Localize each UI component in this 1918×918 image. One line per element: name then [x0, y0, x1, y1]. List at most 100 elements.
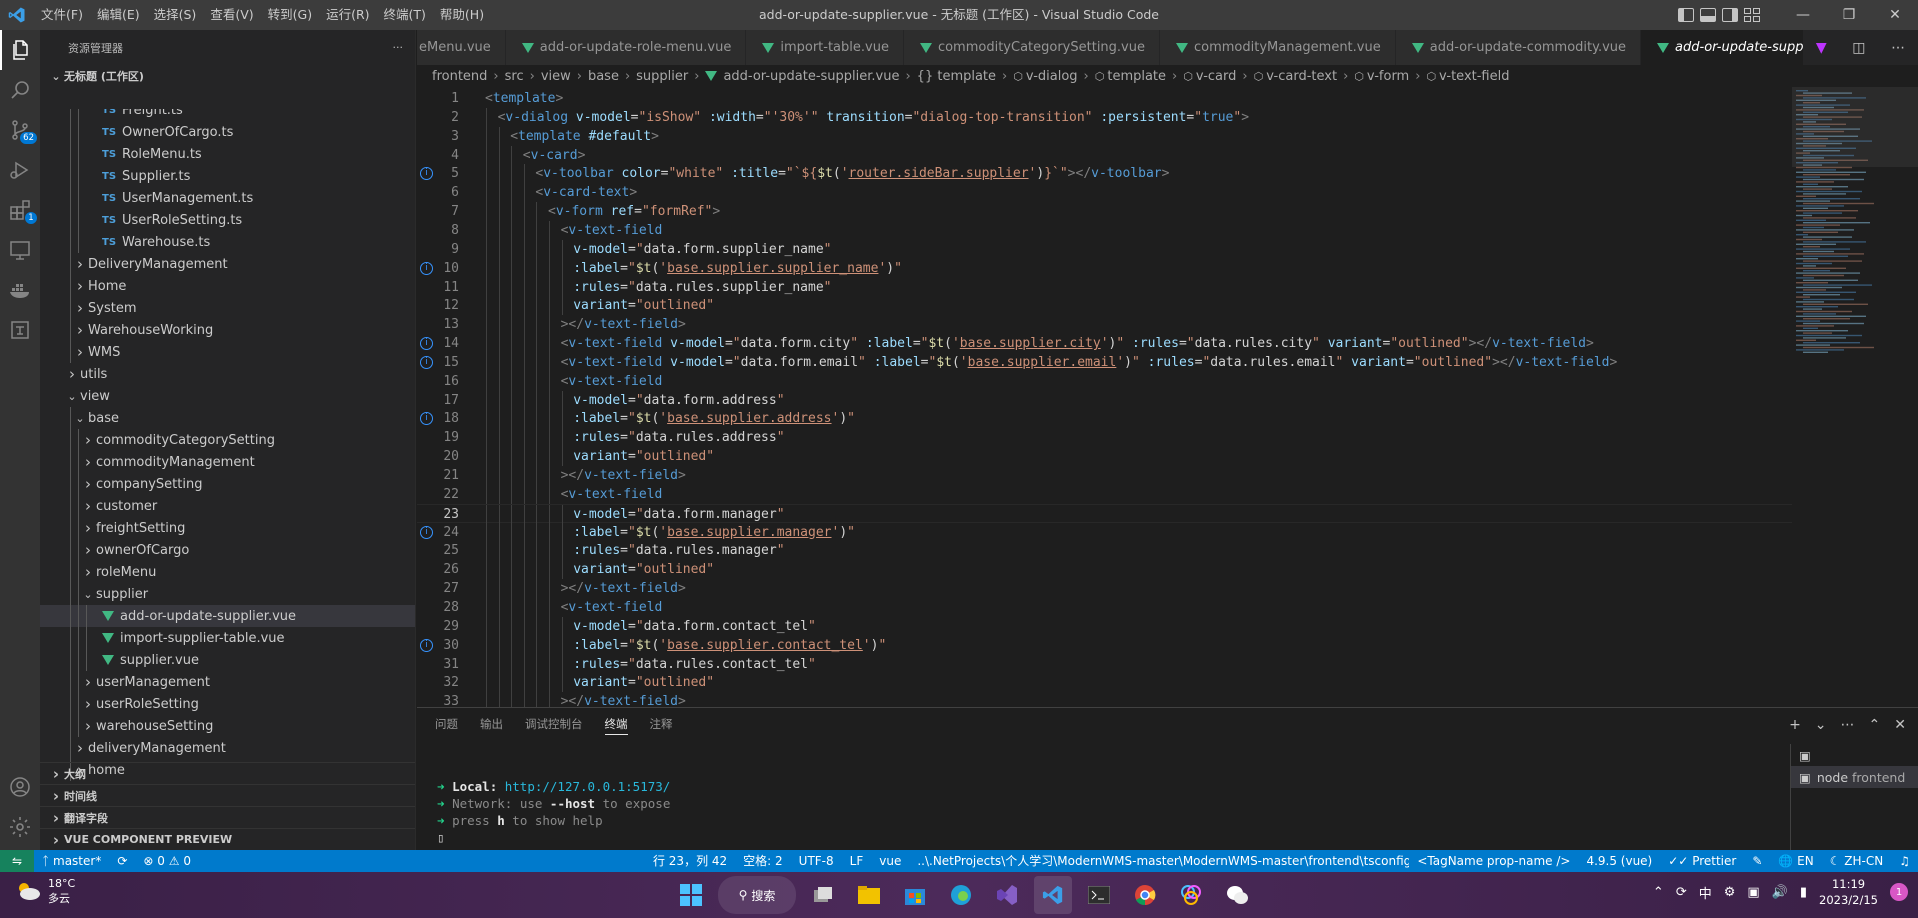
close-button[interactable]: ✕ [1872, 0, 1918, 30]
extensions-icon[interactable]: 1 [0, 190, 40, 230]
ts-version[interactable]: 4.9.5 (vue) [1578, 850, 1660, 872]
panel-tab[interactable]: 输出 [480, 708, 503, 741]
code-line[interactable]: 23 v-model="data.form.manager" [417, 503, 1792, 524]
clock[interactable]: 11:19 2023/2/15 [1819, 876, 1878, 908]
toggle-secondary-sidebar-icon[interactable] [1722, 8, 1738, 22]
code-line[interactable]: 28 <v-text-field [417, 597, 1792, 617]
tag-format[interactable]: <TagName prop-name /> [1409, 850, 1578, 872]
file-explorer-icon[interactable] [850, 876, 888, 914]
globe-lang[interactable]: 🌐 EN [1770, 850, 1821, 872]
tree-item[interactable]: › utils [40, 363, 415, 385]
code-line[interactable]: i 14 <v-text-field v-model="data.form.city… [417, 334, 1792, 354]
code-line[interactable]: 8 <v-text-field [417, 220, 1792, 240]
editor-tab[interactable]: eMenu.vue [417, 30, 506, 65]
editor-tab[interactable]: add-or-update-commodity.vue [1395, 30, 1642, 65]
minimize-button[interactable]: — [1780, 0, 1826, 30]
split-editor-icon[interactable]: ◫ [1852, 40, 1865, 56]
code-line[interactable]: 19:rules="data.rules.address" [417, 428, 1792, 448]
battery-icon[interactable]: ▮ [1800, 885, 1807, 900]
problems-indicator[interactable]: ⊗ 0 ⚠ 0 [135, 850, 199, 872]
more-actions-icon[interactable]: ⋯ [1891, 40, 1905, 56]
code-editor[interactable]: 1 <template> 2 <v-dialog v-model="isShow" :… [417, 87, 1792, 707]
notification-badge[interactable]: 1 [1890, 883, 1908, 901]
menu-item[interactable]: 帮助(H) [433, 0, 491, 30]
breadcrumb-item[interactable]: v-text-field [1439, 69, 1509, 84]
notifications-bell-icon[interactable]: ♫ [1891, 850, 1918, 872]
menu-item[interactable]: 选择(S) [147, 0, 204, 30]
ime-indicator[interactable]: 中 [1699, 883, 1712, 902]
customize-layout-icon[interactable] [1744, 8, 1760, 22]
wechat-icon[interactable] [1218, 876, 1256, 914]
editor-tab[interactable]: add-or-update-role-menu.vue [505, 30, 747, 65]
menu-item[interactable]: 文件(F) [34, 0, 90, 30]
code-line[interactable]: 29 v-model="data.form.contact_tel" [417, 616, 1792, 636]
tree-item[interactable]: TS UserManagement.ts [40, 187, 415, 209]
terminal-output[interactable]: ➜ Local: http://127.0.0.1:5173/ ➜ Networ… [437, 778, 670, 846]
code-line[interactable]: 11:rules="data.rules.supplier_name" [417, 277, 1792, 297]
minimap[interactable] [1792, 87, 1918, 707]
breadcrumb-item[interactable]: view [541, 69, 571, 84]
tree-item[interactable]: TS UserRoleSetting.ts [40, 209, 415, 231]
code-line[interactable]: i 18:label="$t('base.supplier.address')" [417, 409, 1792, 429]
code-line[interactable]: 20 variant="outlined" [417, 447, 1792, 467]
code-line[interactable]: 22 <v-text-field [417, 484, 1792, 504]
weather-widget[interactable]: 18°C 多云 [14, 876, 75, 906]
tree-item[interactable]: TS OwnerOfCargo.ts [40, 121, 415, 143]
breadcrumb-item[interactable]: {} template [917, 69, 996, 84]
code-line[interactable]: 3 <template #default> [417, 126, 1792, 146]
editor-tab[interactable]: commodityManagement.vue [1159, 30, 1396, 65]
docker-icon[interactable] [0, 270, 40, 310]
code-line[interactable]: i 24:label="$t('base.supplier.manager')" [417, 522, 1792, 542]
tree-item[interactable]: import-supplier-table.vue [40, 627, 415, 649]
tree-item[interactable]: › freightSetting [40, 517, 415, 539]
code-line[interactable]: 12 variant="outlined" [417, 296, 1792, 316]
breadcrumb-item[interactable]: v-form [1367, 69, 1409, 84]
sidebar-section-header[interactable]: › 大纲 [40, 762, 415, 784]
encoding[interactable]: UTF-8 [791, 850, 842, 872]
breadcrumb-item[interactable]: template [1107, 69, 1166, 84]
tree-item[interactable]: › System [40, 297, 415, 319]
menu-item[interactable]: 查看(V) [203, 0, 260, 30]
code-line[interactable]: 16 <v-text-field [417, 371, 1792, 391]
breadcrumb-item[interactable]: v-card [1196, 69, 1237, 84]
tree-item[interactable]: › userRoleSetting [40, 693, 415, 715]
code-line[interactable]: 13 ></v-text-field> [417, 315, 1792, 335]
code-line[interactable]: i 30:label="$t('base.supplier.contact_tel… [417, 635, 1792, 655]
code-line[interactable]: i 5 <v-toolbar color="white" :title="`${$t… [417, 164, 1792, 184]
terminal-shell-icon[interactable]: ▣ [1791, 744, 1918, 766]
language-mode[interactable]: vue [871, 850, 909, 872]
editor-tab[interactable]: import-table.vue [746, 30, 904, 65]
tray-settings-icon[interactable]: ⚙ [1724, 885, 1736, 900]
breadcrumb-item[interactable]: frontend [432, 69, 487, 84]
vite-icon[interactable]: ▼ [1816, 40, 1827, 56]
tsconfig-path[interactable]: ..\.NetProjects\个人学习\ModernWMS-master\Mo… [909, 850, 1409, 872]
network-icon[interactable]: ▣ [1747, 885, 1759, 900]
code-line[interactable]: 2 <v-dialog v-model="isShow" :width="'30%… [417, 107, 1792, 127]
tree-item[interactable]: › commodityManagement [40, 451, 415, 473]
tree-item[interactable]: TS Freight.ts [40, 109, 415, 121]
taskbar-search-button[interactable]: ⚲ 搜索 [718, 876, 796, 914]
accounts-icon[interactable] [0, 767, 40, 807]
toggle-panel-icon[interactable] [1700, 8, 1716, 22]
color-app-icon[interactable] [1172, 876, 1210, 914]
code-line[interactable]: 32 variant="outlined" [417, 673, 1792, 693]
sync-icon[interactable]: ⟳ [109, 850, 135, 872]
eol[interactable]: LF [842, 850, 872, 872]
task-view-icon[interactable] [804, 876, 842, 914]
panel-tab[interactable]: 问题 [435, 708, 458, 741]
editor-tab[interactable]: commodityCategorySetting.vue [903, 30, 1160, 65]
new-terminal-icon[interactable]: + [1789, 717, 1801, 733]
panel-tab[interactable]: 终端 [604, 708, 628, 741]
tree-item[interactable]: ⌄ base [40, 407, 415, 429]
start-button-icon[interactable] [672, 876, 710, 914]
toggle-sidebar-icon[interactable] [1678, 8, 1694, 22]
tree-item[interactable]: › companySetting [40, 473, 415, 495]
tree-item[interactable]: add-or-update-supplier.vue [40, 605, 415, 627]
tree-item[interactable]: › WarehouseWorking [40, 319, 415, 341]
more-actions-icon[interactable]: ··· [393, 41, 404, 54]
vscode-taskbar-icon[interactable] [1034, 876, 1072, 914]
cursor-position[interactable]: 行 23，列 42 [645, 850, 735, 872]
search-icon[interactable] [0, 70, 40, 110]
volume-icon[interactable]: 🔊 [1772, 885, 1788, 900]
edge-browser-icon[interactable] [942, 876, 980, 914]
